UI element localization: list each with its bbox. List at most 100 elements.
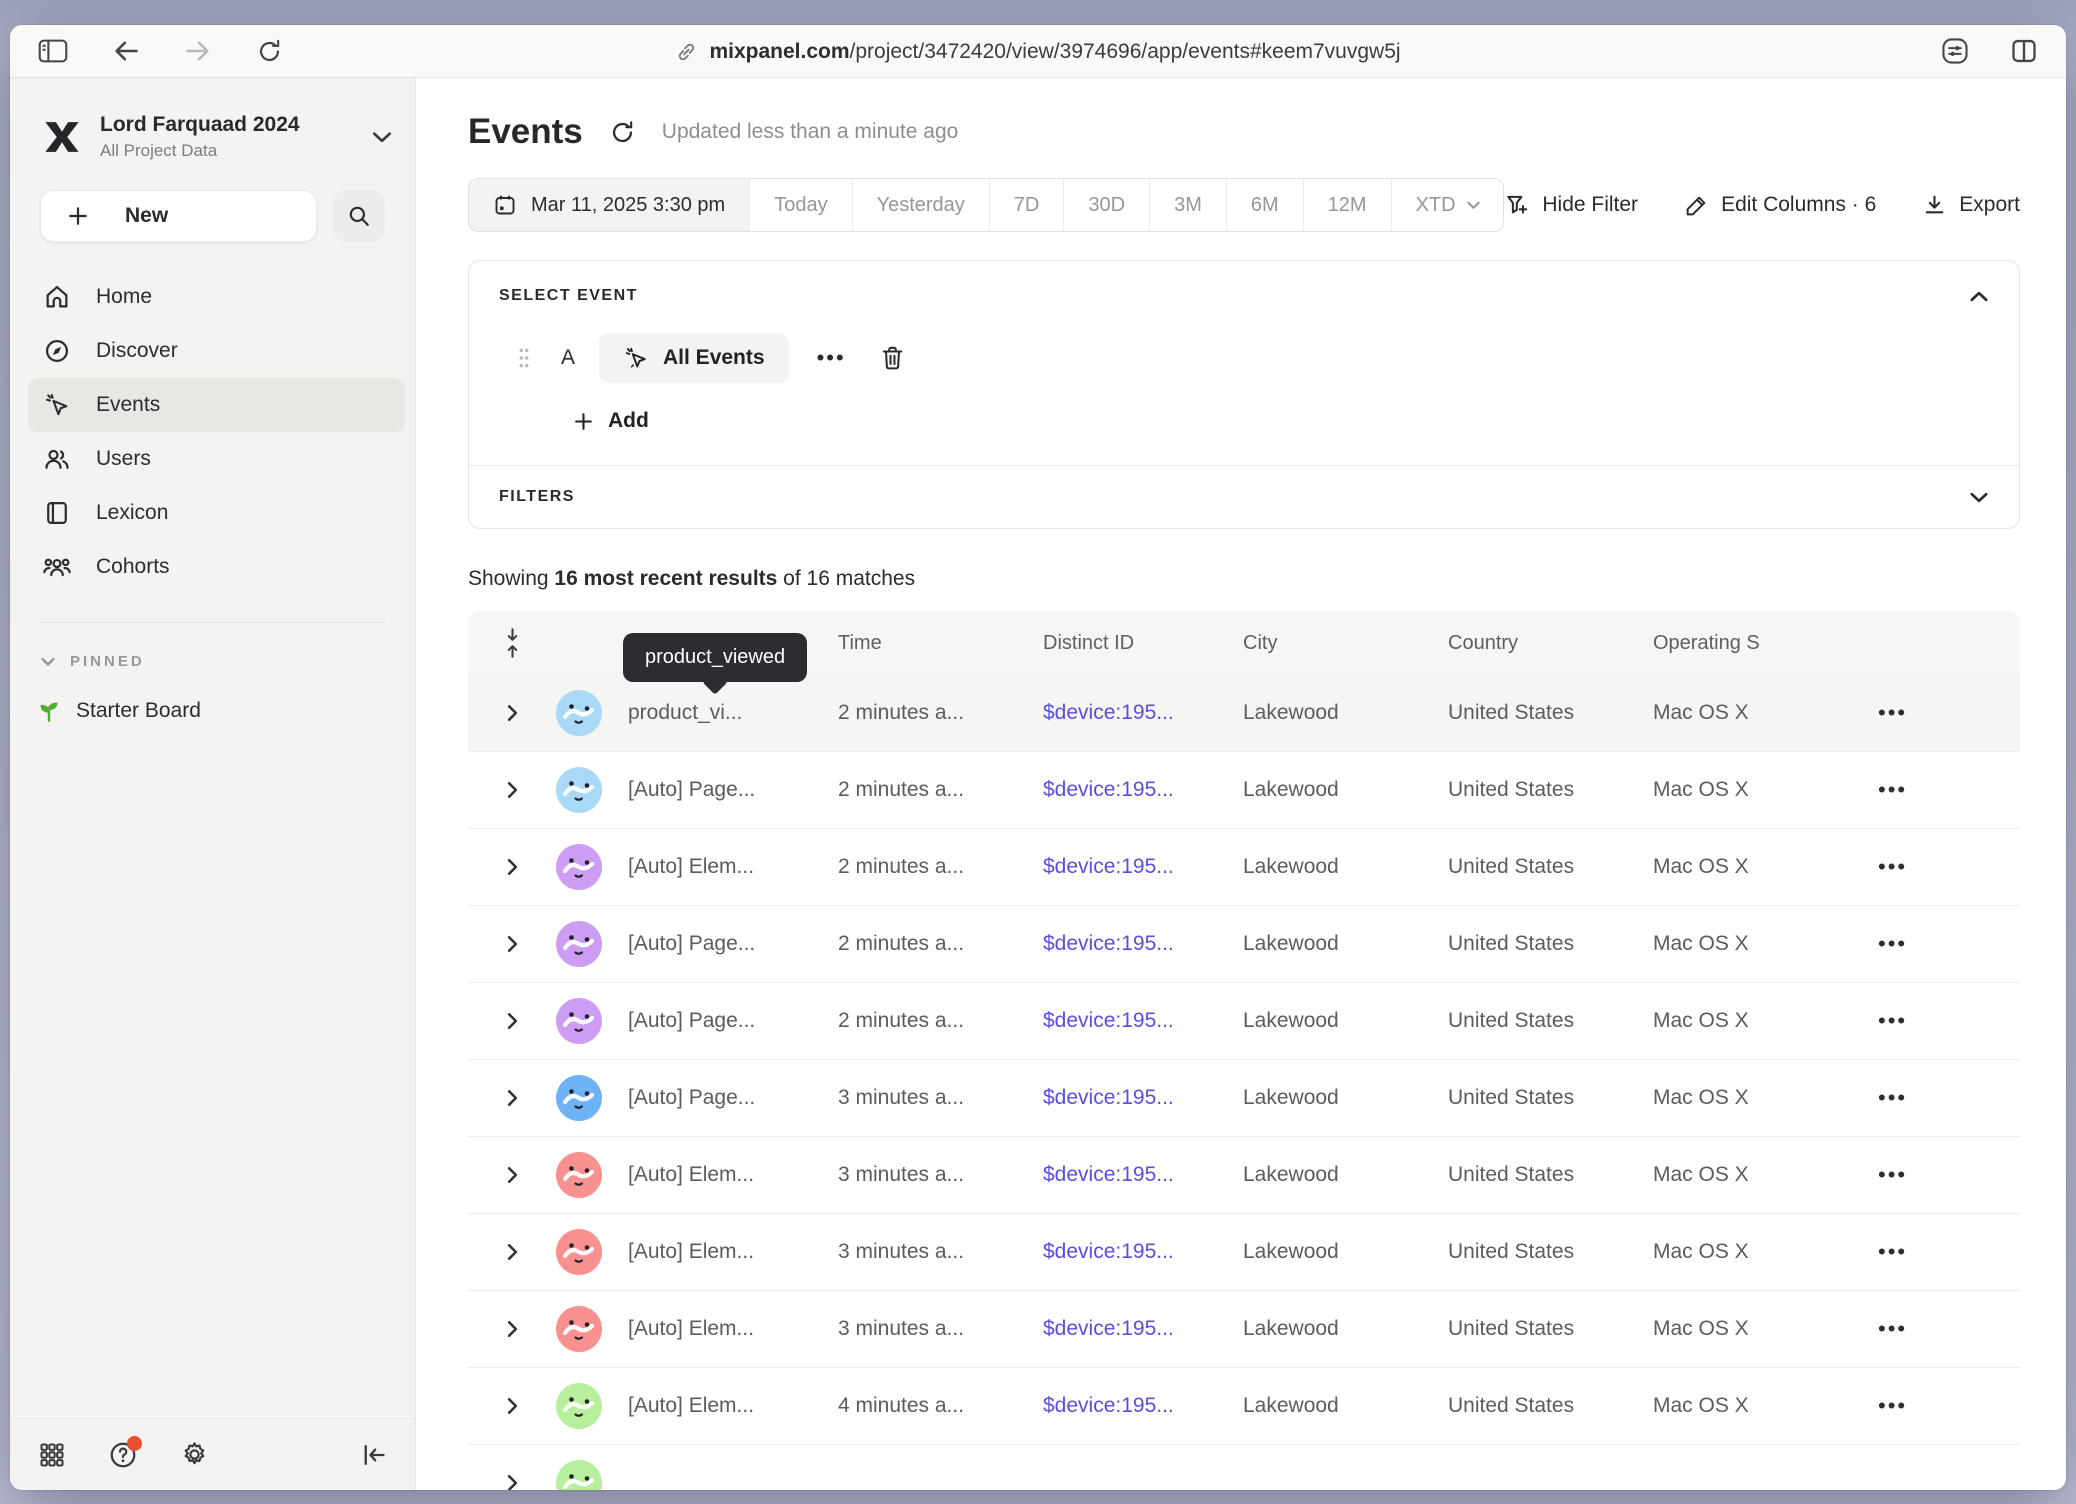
pinned-section-header[interactable]: PINNED — [40, 653, 385, 670]
back-icon[interactable] — [112, 39, 140, 63]
split-view-icon[interactable] — [2010, 37, 2038, 65]
address-bar[interactable]: mixpanel.com/project/3472420/view/397469… — [675, 25, 1400, 78]
more-options-button[interactable]: ••• — [817, 345, 846, 371]
sidebar-item-lexicon[interactable]: Lexicon — [28, 486, 405, 540]
cell-country: United States — [1448, 1317, 1653, 1341]
sidebar-item-discover[interactable]: Discover — [28, 324, 405, 378]
column-city: City — [1243, 632, 1448, 655]
cell-distinct-id-link[interactable]: $device:195... — [1043, 778, 1243, 802]
forward-icon[interactable] — [184, 39, 212, 63]
table-row[interactable]: [Auto] Page... 3 minutes a... $device:19… — [468, 1060, 2020, 1137]
settings-gear-icon[interactable] — [180, 1440, 209, 1469]
range-6m[interactable]: 6M — [1226, 179, 1303, 231]
new-button[interactable]: New — [40, 190, 317, 242]
sort-updown-icon[interactable] — [468, 627, 556, 659]
cell-distinct-id-link[interactable]: $device:195... — [1043, 932, 1243, 956]
cell-distinct-id-link[interactable]: $device:195... — [1043, 1317, 1243, 1341]
range-12m[interactable]: 12M — [1303, 179, 1391, 231]
page-settings-icon[interactable] — [1940, 36, 1970, 66]
browser-window: mixpanel.com/project/3472420/view/397469… — [10, 25, 2066, 1490]
add-event-button[interactable]: Add — [573, 409, 1989, 433]
sidebar-item-starter-board[interactable]: Starter Board — [36, 698, 385, 724]
table-row[interactable]: [Auto] Elem... 2 minutes a... $device:19… — [468, 829, 2020, 906]
sidebar-toggle-icon[interactable] — [38, 38, 68, 64]
range-today[interactable]: Today — [749, 179, 851, 231]
row-actions-button[interactable]: ••• — [1878, 1239, 1907, 1265]
cell-country: United States — [1448, 1394, 1653, 1418]
cell-city: Lakewood — [1243, 701, 1448, 725]
hide-filter-button[interactable]: Hide Filter — [1504, 192, 1638, 218]
expand-row-icon[interactable] — [468, 1473, 556, 1490]
date-range-label: Mar 11, 2025 3:30 pm — [531, 194, 725, 217]
project-switcher[interactable]: Lord Farquaad 2024 All Project Data — [40, 112, 393, 162]
row-actions-button[interactable]: ••• — [1878, 931, 1907, 957]
table-row[interactable]: [Auto] Page... 2 minutes a... $device:19… — [468, 983, 2020, 1060]
range-30d[interactable]: 30D — [1063, 179, 1149, 231]
apps-grid-icon[interactable] — [38, 1441, 66, 1469]
sidebar-item-events[interactable]: Events — [28, 378, 405, 432]
cell-distinct-id-link[interactable]: $device:195... — [1043, 855, 1243, 879]
range-3m[interactable]: 3M — [1149, 179, 1226, 231]
range-yesterday[interactable]: Yesterday — [852, 179, 989, 231]
search-button[interactable] — [333, 190, 385, 242]
export-button[interactable]: Export — [1922, 193, 2020, 218]
drag-handle-icon[interactable] — [517, 346, 531, 370]
expand-row-icon[interactable] — [468, 780, 556, 800]
expand-row-icon[interactable] — [468, 1165, 556, 1185]
cell-distinct-id-link[interactable]: $device:195... — [1043, 1394, 1243, 1418]
expand-row-icon[interactable] — [468, 1242, 556, 1262]
table-row[interactable]: [Auto] Elem... 4 minutes a... $device:19… — [468, 1368, 2020, 1445]
expand-row-icon[interactable] — [468, 1396, 556, 1416]
expand-row-icon[interactable] — [468, 1011, 556, 1031]
expand-row-icon[interactable] — [468, 703, 556, 723]
row-actions-button[interactable]: ••• — [1878, 1085, 1907, 1111]
cell-distinct-id-link[interactable]: $device:195... — [1043, 1240, 1243, 1264]
cell-os: Mac OS X — [1653, 1163, 1858, 1187]
expand-row-icon[interactable] — [468, 857, 556, 877]
row-actions-button[interactable]: ••• — [1878, 854, 1907, 880]
reload-icon[interactable] — [256, 38, 283, 65]
table-row[interactable]: [Auto] Elem... 3 minutes a... $device:19… — [468, 1291, 2020, 1368]
range-7d[interactable]: 7D — [989, 179, 1064, 231]
cell-distinct-id-link[interactable]: $device:195... — [1043, 1163, 1243, 1187]
range-xtd[interactable]: XTD — [1391, 179, 1505, 231]
date-range-custom[interactable]: Mar 11, 2025 3:30 pm — [469, 179, 749, 231]
row-actions-button[interactable]: ••• — [1878, 700, 1907, 726]
expand-row-icon[interactable] — [468, 934, 556, 954]
row-actions-button[interactable]: ••• — [1878, 777, 1907, 803]
expand-row-icon[interactable] — [468, 1088, 556, 1108]
cell-distinct-id-link[interactable]: $device:195... — [1043, 1086, 1243, 1110]
cell-event-name: [Auto] Page... — [628, 778, 838, 802]
cell-city: Lakewood — [1243, 1394, 1448, 1418]
cell-distinct-id-link[interactable]: $device:195... — [1043, 701, 1243, 725]
pinned-label: PINNED — [70, 653, 145, 670]
row-actions-button[interactable]: ••• — [1878, 1162, 1907, 1188]
chevron-up-icon[interactable] — [1969, 290, 1989, 303]
sidebar-item-users[interactable]: Users — [28, 432, 405, 486]
table-row[interactable] — [468, 1445, 2020, 1490]
chevron-down-icon[interactable] — [1969, 491, 1989, 504]
table-row[interactable]: product_vi... 2 minutes a... $device:195… — [468, 675, 2020, 752]
trash-icon[interactable] — [880, 345, 905, 371]
sidebar-item-cohorts[interactable]: Cohorts — [28, 540, 405, 594]
home-icon — [42, 283, 72, 311]
cell-event-name: product_vi... — [628, 701, 838, 725]
date-range-picker: Mar 11, 2025 3:30 pm Today Yesterday 7D … — [468, 178, 1504, 232]
refresh-icon[interactable] — [609, 119, 636, 146]
expand-row-icon[interactable] — [468, 1319, 556, 1339]
table-row[interactable]: [Auto] Elem... 3 minutes a... $device:19… — [468, 1214, 2020, 1291]
row-actions-button[interactable]: ••• — [1878, 1316, 1907, 1342]
mixpanel-logo-icon — [40, 116, 84, 158]
sidebar-item-home[interactable]: Home — [28, 270, 405, 324]
table-row[interactable]: [Auto] Page... 2 minutes a... $device:19… — [468, 906, 2020, 983]
row-actions-button[interactable]: ••• — [1878, 1008, 1907, 1034]
new-button-label: New — [125, 204, 168, 228]
row-actions-button[interactable]: ••• — [1878, 1393, 1907, 1419]
table-row[interactable]: [Auto] Page... 2 minutes a... $device:19… — [468, 752, 2020, 829]
cell-distinct-id-link[interactable]: $device:195... — [1043, 1009, 1243, 1033]
help-button[interactable] — [108, 1440, 138, 1470]
collapse-sidebar-icon[interactable] — [361, 1443, 387, 1467]
table-row[interactable]: [Auto] Elem... 3 minutes a... $device:19… — [468, 1137, 2020, 1214]
edit-columns-button[interactable]: Edit Columns · 6 — [1684, 193, 1876, 218]
event-selector-chip[interactable]: All Events — [599, 333, 789, 383]
